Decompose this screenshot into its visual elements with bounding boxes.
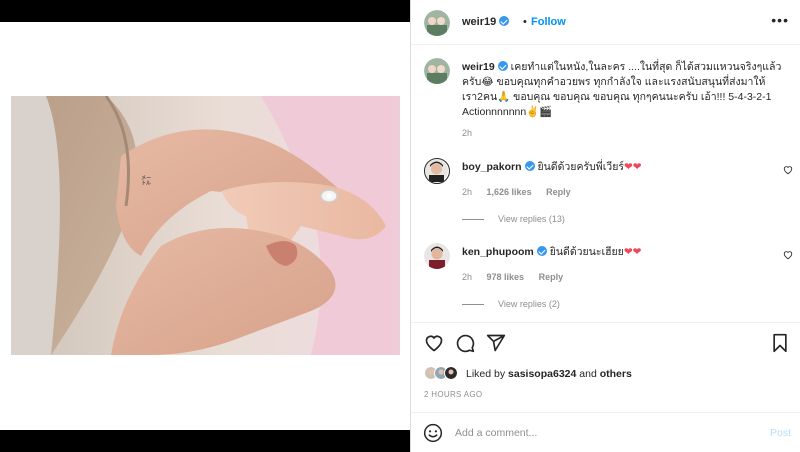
caption-text: เคยทำแต่ในหนัง,ในละคร ....ในที่สุด ก็ได้… <box>462 61 782 118</box>
emoji-icon[interactable] <box>423 423 443 448</box>
post-details-panel: weir19 • Follow ••• weir19 เคยทำแต่ในหนั… <box>410 0 800 452</box>
liked-by-prefix: Liked by <box>466 368 506 380</box>
follow-button[interactable]: Follow <box>531 16 566 28</box>
heart-icon[interactable] <box>424 333 444 358</box>
post-comment-button[interactable]: Post <box>770 427 791 439</box>
comment-like-heart-icon[interactable] <box>783 250 793 260</box>
likes-text: Liked by sasisopa6324 and others <box>466 368 632 380</box>
post-header: weir19 • Follow ••• <box>411 0 800 45</box>
comments-list[interactable]: weir19 เคยทำแต่ในหนัง,ในละคร ....ในที่สุ… <box>411 46 800 322</box>
comment-likes-count[interactable]: 978 likes <box>487 272 525 282</box>
add-comment-input[interactable] <box>455 424 745 442</box>
verified-badge-icon <box>499 16 510 26</box>
comment-body: boy_pakorn ยินดีด้วยครับพี่เวียร์❤❤ <box>462 160 642 174</box>
bookmark-icon[interactable] <box>771 333 789 358</box>
action-bar <box>411 322 800 362</box>
top-letterbox <box>0 0 410 22</box>
comment-meta: 2h 978 likes Reply <box>462 272 575 282</box>
more-options-icon[interactable]: ••• <box>771 12 789 28</box>
verified-badge-icon <box>524 161 535 171</box>
comment-body: ken_phupoom ยินดีด้วยนะเฮียย❤❤ <box>462 245 641 259</box>
caption-username[interactable]: weir19 <box>462 61 495 73</box>
svg-text:㍍: ㍍ <box>141 174 151 187</box>
reply-button[interactable]: Reply <box>539 272 564 282</box>
author-username-text[interactable]: weir19 <box>462 16 496 28</box>
comment-username[interactable]: boy_pakorn <box>462 161 522 173</box>
comment-text: ยินดีด้วยนะเฮียย <box>549 246 624 258</box>
post-photo[interactable]: ㍍ <box>11 96 400 355</box>
bottom-letterbox <box>0 430 410 452</box>
liked-by-others[interactable]: others <box>600 368 632 380</box>
verified-badge-icon <box>497 61 508 71</box>
share-icon[interactable] <box>486 333 506 358</box>
instagram-post-modal: ㍍ weir19 • Follow ••• weir19 เคยทำแต่ในห… <box>0 0 800 452</box>
comment-avatar[interactable] <box>424 243 450 269</box>
liker-username[interactable]: sasisopa6324 <box>508 368 576 380</box>
comment-meta: 2h 1,626 likes Reply <box>462 187 583 197</box>
comment-text: ยินดีด้วยครับพี่เวียร์ <box>537 161 624 173</box>
posted-time[interactable]: 2 HOURS AGO <box>424 390 482 399</box>
reply-button[interactable]: Reply <box>546 187 571 197</box>
comment-username[interactable]: ken_phupoom <box>462 246 534 258</box>
caption-avatar[interactable] <box>424 58 450 84</box>
liker-avatar <box>444 366 458 380</box>
comment-icon[interactable] <box>455 333 475 358</box>
comment-emoji: ❤❤ <box>623 246 642 258</box>
comment-time[interactable]: 2h <box>462 187 472 197</box>
liked-by-and: and <box>579 368 597 380</box>
comment-likes-count[interactable]: 1,626 likes <box>487 187 532 197</box>
view-replies-button[interactable]: View replies (2) <box>462 299 560 309</box>
verified-badge-icon <box>536 246 547 256</box>
author-username[interactable]: weir19 <box>462 16 510 28</box>
comment-emoji: ❤❤ <box>623 161 642 173</box>
media-area: ㍍ <box>0 22 410 430</box>
view-replies-button[interactable]: View replies (13) <box>462 214 565 224</box>
post-caption: weir19 เคยทำแต่ในหนัง,ในละคร ....ในที่สุ… <box>462 60 792 120</box>
caption-time[interactable]: 2h <box>462 128 472 138</box>
separator-dot: • <box>523 16 527 28</box>
comment-time[interactable]: 2h <box>462 272 472 282</box>
comment-avatar[interactable] <box>424 158 450 184</box>
comment-composer: Post <box>411 412 800 452</box>
author-avatar[interactable] <box>424 10 450 36</box>
comment-like-heart-icon[interactable] <box>783 165 793 175</box>
